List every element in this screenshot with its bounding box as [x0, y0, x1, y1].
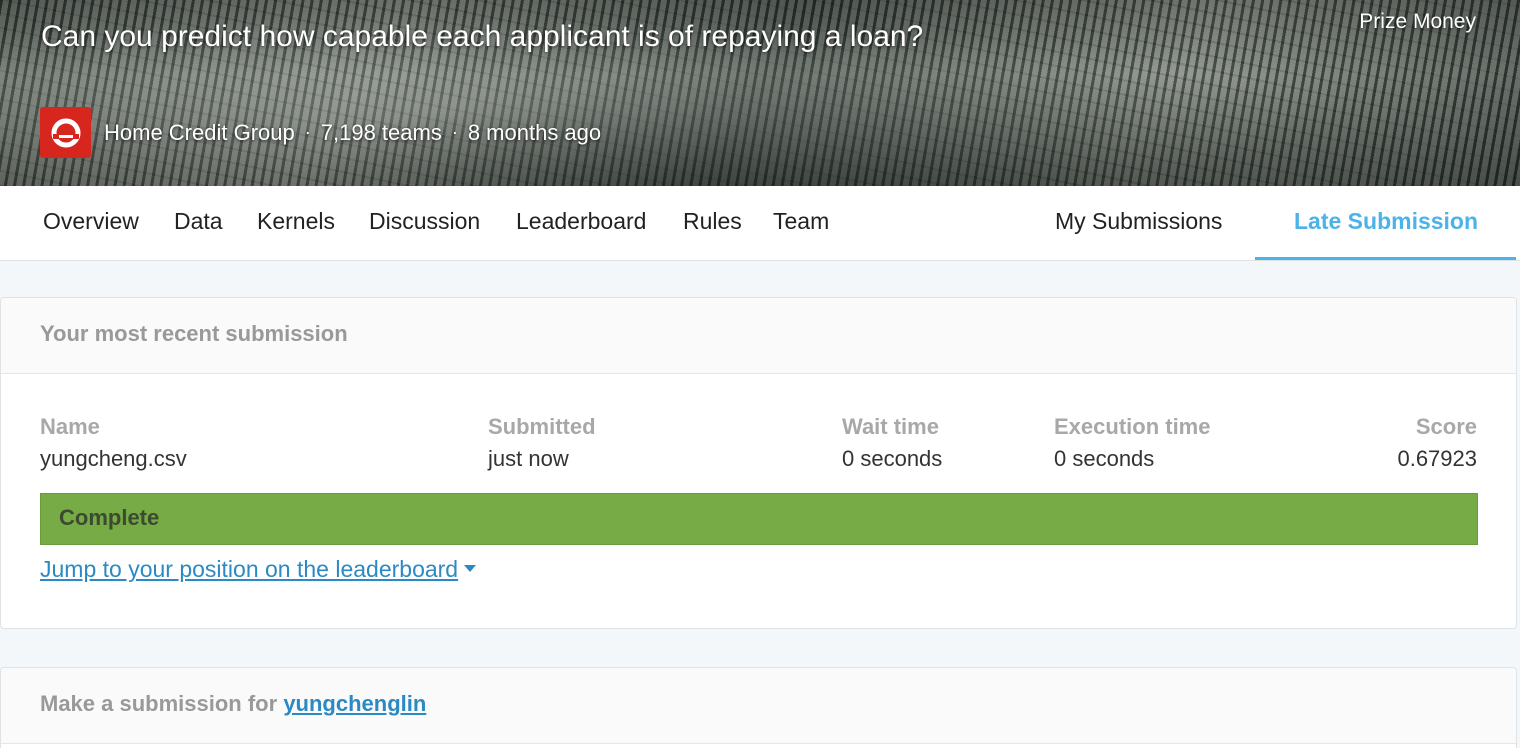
tab-discussion[interactable]: Discussion — [369, 186, 480, 261]
tab-data[interactable]: Data — [174, 186, 223, 261]
wait-time-value: 0 seconds — [842, 446, 943, 471]
score-value: 0.67923 — [1397, 446, 1477, 471]
time-ago: 8 months ago — [467, 119, 602, 145]
name-label: Name — [40, 414, 100, 439]
submitted-column: Submitted just now — [488, 414, 596, 472]
tab-team[interactable]: Team — [773, 186, 829, 261]
wait-time-column: Wait time 0 seconds — [842, 414, 942, 472]
jump-to-leaderboard-link[interactable]: Jump to your position on the leaderboard — [40, 556, 477, 583]
make-submission-card: Make a submission for yungchenglin — [0, 667, 1517, 748]
jump-link-label[interactable]: Jump to your position on the leaderboard — [40, 556, 458, 582]
host-name[interactable]: Home Credit Group — [104, 120, 295, 146]
tab-leaderboard[interactable]: Leaderboard — [516, 186, 646, 261]
tab-overview[interactable]: Overview — [43, 186, 139, 261]
tab-my-submissions[interactable]: My Submissions — [1055, 186, 1222, 261]
username-link[interactable]: yungchenglin — [283, 691, 426, 716]
execution-time-label: Execution time — [1054, 414, 1211, 439]
tab-rules[interactable]: Rules — [683, 186, 742, 261]
score-column: Score 0.67923 — [1397, 414, 1477, 472]
team-count: 7,198 teams — [320, 119, 442, 145]
caret-down-icon[interactable] — [464, 565, 477, 573]
separator-dot: · — [451, 122, 458, 142]
host-info: Home Credit Group · 7,198 teams · 8 mont… — [40, 107, 601, 158]
make-submission-heading: Make a submission for yungchenglin — [1, 668, 1516, 744]
home-credit-logo-icon[interactable] — [40, 107, 91, 158]
competition-header: Can you predict how capable each applica… — [0, 0, 1520, 186]
execution-time-value: 0 seconds — [1054, 446, 1155, 471]
status-badge: Complete — [40, 493, 1478, 545]
recent-submission-heading: Your most recent submission — [1, 298, 1516, 374]
separator-dot: · — [304, 122, 311, 142]
submitted-value: just now — [488, 446, 569, 471]
competition-title: Can you predict how capable each applica… — [41, 20, 924, 53]
file-name: yungcheng.csv — [40, 446, 187, 471]
score-label: Score — [1415, 414, 1477, 439]
make-submission-prefix: Make a submission for — [40, 691, 278, 716]
submitted-label: Submitted — [488, 414, 596, 439]
recent-submission-card: Your most recent submission Name yungche… — [0, 297, 1517, 629]
execution-time-column: Execution time 0 seconds — [1054, 414, 1210, 472]
name-column: Name yungcheng.csv — [40, 414, 187, 472]
tab-late-submission[interactable]: Late Submission — [1254, 186, 1517, 261]
tab-kernels[interactable]: Kernels — [257, 186, 335, 261]
prize-money-label: Prize Money — [1359, 10, 1476, 33]
competition-tabs: Overview Data Kernels Discussion Leaderb… — [0, 186, 1520, 261]
wait-time-label: Wait time — [842, 414, 939, 439]
